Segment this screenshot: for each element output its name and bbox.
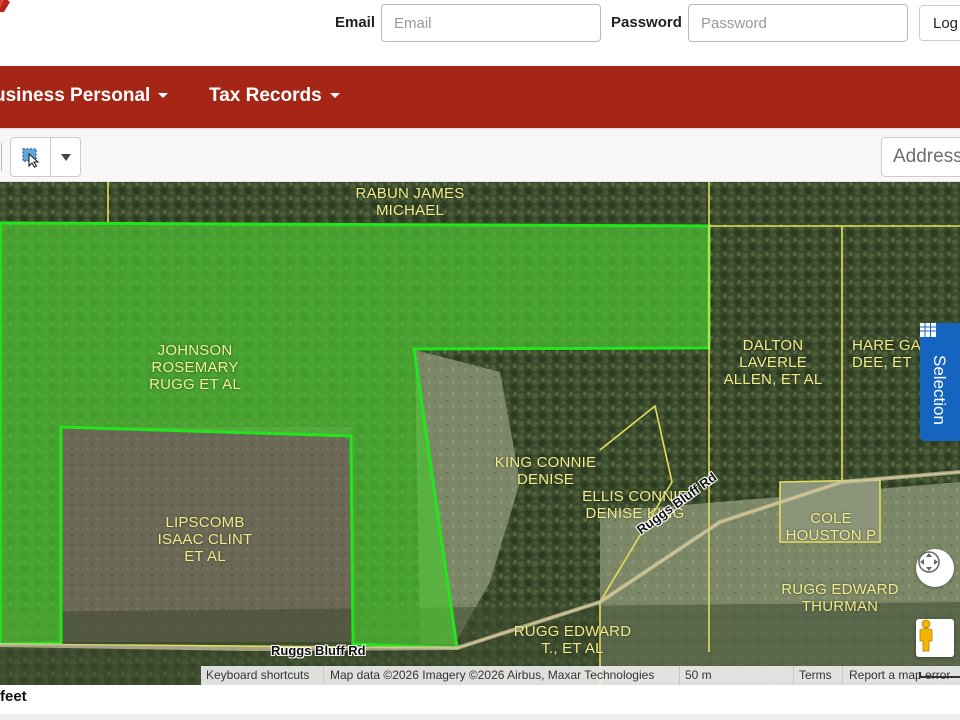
scale-label[interactable]: 50 m (685, 668, 712, 682)
attribution-divider (842, 666, 843, 685)
selection-cursor-icon (21, 148, 39, 168)
parcel-label: LIPSCOMB ISAAC CLINT ET AL (157, 514, 253, 565)
attribution-divider (793, 666, 794, 685)
camera-control-button[interactable] (916, 549, 954, 587)
chevron-down-icon (158, 93, 169, 98)
select-tool-button[interactable] (11, 138, 50, 176)
main-nav: usiness Personal Tax Records (0, 66, 960, 128)
parcel-label: RABUN JAMES MICHAEL (355, 185, 465, 219)
road-label: Ruggs Bluff Rd (271, 643, 366, 658)
nav-business-personal-label: usiness Personal (0, 85, 151, 106)
nav-business-personal[interactable]: usiness Personal (0, 85, 169, 107)
map-data-credit: Map data ©2026 Imagery ©2026 Airbus, Max… (330, 668, 655, 682)
email-label: Email (335, 14, 376, 31)
login-button[interactable]: Log (919, 5, 960, 41)
select-tool-dropdown[interactable] (51, 138, 81, 176)
attribution-divider (323, 666, 324, 685)
map-view[interactable]: RABUN JAMES MICHAEL JOHNSON ROSEMARY RUG… (0, 182, 960, 685)
map-attribution: Keyboard shortcuts Map data ©2026 Imager… (201, 666, 960, 685)
selection-panel-tab[interactable]: Selection (920, 323, 960, 441)
logo-icon (0, 0, 10, 12)
email-field[interactable] (381, 4, 601, 42)
keyboard-shortcuts-link[interactable]: Keyboard shortcuts (206, 668, 309, 682)
nav-tax-records[interactable]: Tax Records (209, 85, 340, 107)
selection-tab-label: Selection (930, 355, 949, 425)
login-bar: Email Password Log (0, 0, 960, 66)
parcel-label: KING CONNIE DENISE (494, 454, 597, 488)
parcel-label: RUGG EDWARD THURMAN (781, 581, 899, 615)
report-map-error-link[interactable]: Report a map error (849, 668, 950, 682)
password-label: Password (611, 14, 682, 31)
measure-unit-text: feet (0, 688, 27, 705)
chevron-down-icon (329, 93, 340, 98)
bottom-divider (0, 714, 960, 720)
table-icon (920, 323, 936, 337)
password-field[interactable] (688, 4, 908, 42)
parcel-label: RUGG EDWARD T., ET AL (513, 623, 632, 657)
parcel-label: JOHNSON ROSEMARY RUGG ET AL (149, 342, 241, 393)
parcel-label: COLE HOUSTON P (785, 510, 877, 544)
map-toolbar (0, 128, 960, 182)
terms-link[interactable]: Terms (799, 668, 832, 682)
street-view-pegman[interactable] (916, 619, 954, 657)
measure-readout: feet (0, 685, 960, 720)
parcel-label: DALTON LAVERLE ALLEN, ET AL (723, 337, 823, 388)
nav-tax-records-label: Tax Records (209, 85, 322, 106)
select-tool-group (10, 137, 81, 177)
address-search-input[interactable] (881, 137, 960, 177)
attribution-divider (679, 666, 680, 685)
pan-arrows-icon (918, 551, 940, 573)
toolbar-divider (1, 143, 2, 171)
caret-down-icon (61, 153, 71, 161)
pegman-icon (919, 619, 933, 652)
page-root: Email Password Log usiness Personal Tax … (0, 0, 960, 720)
